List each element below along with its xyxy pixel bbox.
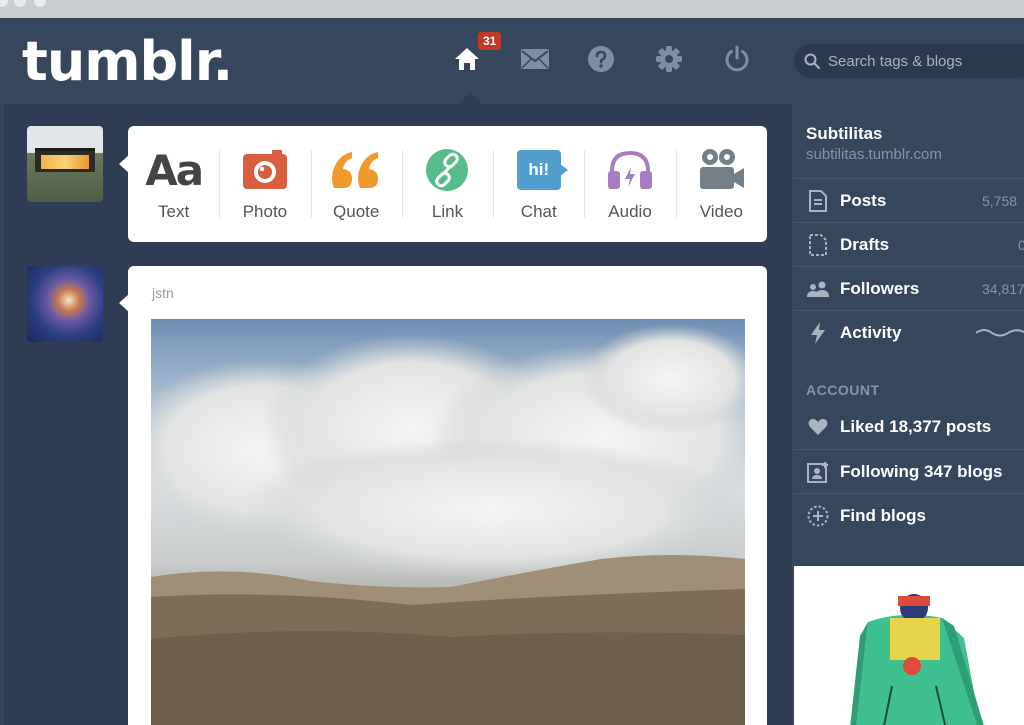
power-icon bbox=[725, 45, 749, 72]
envelope-icon bbox=[521, 49, 549, 69]
compass-icon bbox=[806, 505, 830, 527]
post-photo[interactable] bbox=[151, 319, 745, 725]
search-bar[interactable] bbox=[794, 44, 1024, 78]
nav-logout-button[interactable] bbox=[720, 42, 754, 76]
radar-illustration bbox=[850, 594, 984, 725]
post-type-link[interactable]: Link bbox=[401, 126, 493, 242]
search-icon bbox=[804, 53, 820, 69]
sidebar-item-drafts[interactable]: Drafts 0 bbox=[794, 222, 1024, 266]
video-camera-icon bbox=[697, 146, 745, 194]
posts-count: 5,758 bbox=[982, 192, 1018, 209]
nav-settings-button[interactable] bbox=[652, 42, 686, 76]
people-icon bbox=[806, 280, 830, 298]
sidebar-item-posts[interactable]: Posts 5,758 bbox=[794, 178, 1024, 222]
sidebar-item-liked[interactable]: Liked 18,377 posts bbox=[794, 405, 1024, 449]
dashboard-post: jstn bbox=[128, 266, 767, 725]
gear-icon bbox=[656, 46, 682, 72]
followers-count: 34,817 bbox=[982, 280, 1024, 297]
sidebar-item-find-blogs[interactable]: Find blogs bbox=[794, 493, 1024, 537]
post-type-text[interactable]: Aa Text bbox=[128, 126, 219, 242]
window-minimize-dot[interactable] bbox=[14, 0, 26, 7]
nav-messages-button[interactable] bbox=[518, 42, 552, 76]
drafts-count: 0 bbox=[1018, 236, 1024, 253]
post-type-photo[interactable]: Photo bbox=[219, 126, 310, 242]
sidebar-item-activity[interactable]: Activity bbox=[794, 310, 1024, 354]
post-author-avatar[interactable] bbox=[27, 266, 103, 342]
window-chrome bbox=[0, 0, 1024, 18]
question-icon bbox=[588, 46, 614, 72]
notification-badge[interactable]: 31 bbox=[478, 32, 502, 50]
post-author-name[interactable]: jstn bbox=[152, 285, 174, 301]
headphones-icon bbox=[606, 146, 654, 194]
draft-icon bbox=[806, 233, 830, 256]
home-icon bbox=[455, 48, 479, 70]
blog-url[interactable]: subtilitas.tumblr.com bbox=[806, 146, 942, 163]
document-icon bbox=[806, 189, 830, 212]
post-type-video[interactable]: Video bbox=[675, 126, 767, 242]
quote-icon bbox=[330, 146, 382, 194]
post-type-chat[interactable]: hi! Chat bbox=[493, 126, 584, 242]
window-close-dot[interactable] bbox=[0, 0, 8, 7]
text-icon: Aa bbox=[145, 145, 204, 195]
lightning-icon bbox=[806, 321, 830, 344]
home-indicator-notch bbox=[458, 92, 482, 104]
account-section-title: ACCOUNT bbox=[806, 382, 880, 398]
chat-icon: hi! bbox=[516, 146, 568, 194]
top-header: tumblr. 31 bbox=[0, 18, 1024, 104]
nav-help-button[interactable] bbox=[584, 42, 618, 76]
link-icon bbox=[425, 146, 469, 194]
sidebar: Subtilitas subtilitas.tumblr.com Posts 5… bbox=[794, 104, 1024, 725]
radar-post[interactable] bbox=[794, 566, 1024, 725]
post-type-audio[interactable]: Audio bbox=[584, 126, 675, 242]
activity-sparkline bbox=[976, 329, 1024, 337]
following-icon bbox=[806, 461, 830, 483]
window-zoom-dot[interactable] bbox=[34, 0, 46, 7]
post-type-quote[interactable]: Quote bbox=[310, 126, 402, 242]
post-composer: Aa Text Photo Quote Link hi! Chat Audio … bbox=[128, 126, 767, 242]
heart-icon bbox=[806, 418, 830, 436]
sidebar-item-following[interactable]: Following 347 blogs bbox=[794, 449, 1024, 493]
search-input[interactable] bbox=[828, 52, 1018, 70]
sidebar-item-followers[interactable]: Followers 34,817 bbox=[794, 266, 1024, 310]
camera-icon bbox=[242, 146, 288, 194]
user-avatar[interactable] bbox=[27, 126, 103, 202]
tumblr-logo[interactable]: tumblr. bbox=[22, 30, 233, 93]
blog-name[interactable]: Subtilitas bbox=[806, 124, 883, 144]
